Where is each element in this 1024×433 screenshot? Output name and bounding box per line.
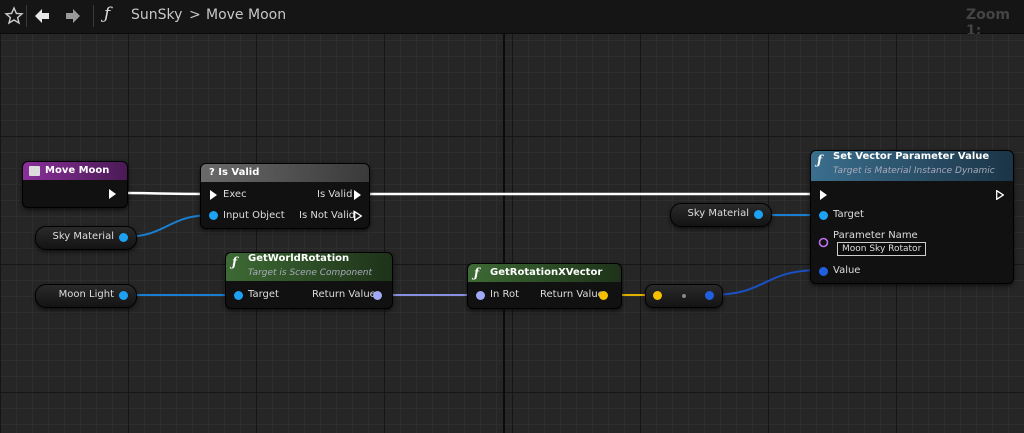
entry-icon (29, 166, 40, 176)
node-subtitle: Target is Scene Component (248, 268, 373, 278)
return-value-label: Return Value (312, 289, 376, 300)
object-out-pin[interactable] (119, 233, 128, 242)
function-entry-node[interactable]: Move Moon (22, 161, 128, 208)
is-valid-label: Is Valid (317, 189, 353, 200)
target-pin[interactable] (234, 291, 243, 300)
exec-out-pin[interactable] (996, 190, 1004, 200)
conversion-dot (682, 294, 686, 298)
exec-out-pin[interactable] (109, 189, 116, 199)
get-rotation-x-vector-node[interactable]: ƒ GetRotationXVector In Rot Return Value (467, 263, 622, 309)
target-label: Target (248, 289, 279, 300)
variable-label: Moon Light (58, 289, 114, 300)
is-valid-header: ? Is Valid (201, 164, 369, 182)
sky-material-variable-left[interactable]: Sky Material (35, 226, 137, 250)
exec-wire[interactable] (115, 191, 211, 196)
vector-conversion-node[interactable] (645, 284, 723, 308)
exec-label: Exec (223, 189, 247, 200)
object-out-pin[interactable] (754, 210, 763, 219)
return-value-pin[interactable] (599, 291, 608, 300)
input-object-pin[interactable] (209, 211, 218, 220)
moon-light-variable[interactable]: Moon Light (35, 284, 137, 308)
vector-wire[interactable] (708, 269, 823, 296)
in-rot-pin[interactable] (476, 291, 485, 300)
node-title: ? Is Valid (209, 167, 260, 178)
target-label: Target (833, 209, 864, 220)
exec-in-pin[interactable] (210, 190, 217, 200)
target-pin[interactable] (819, 211, 828, 220)
get-rotation-x-vector-header: ƒ GetRotationXVector (468, 264, 621, 282)
parameter-name-label: Parameter Name (833, 230, 918, 241)
sky-material-variable-right[interactable]: Sky Material (670, 203, 772, 227)
input-object-label: Input Object (223, 210, 285, 221)
node-subtitle: Target is Material Instance Dynamic (833, 166, 995, 176)
return-value-label: Return Value (540, 289, 604, 300)
variable-label: Sky Material (687, 208, 749, 219)
function-icon: ƒ (474, 266, 480, 280)
get-world-rotation-node[interactable]: ƒ GetWorldRotation Target is Scene Compo… (225, 252, 393, 309)
get-world-rotation-header: ƒ GetWorldRotation Target is Scene Compo… (226, 253, 392, 281)
in-rot-label: In Rot (490, 289, 520, 300)
return-value-pin[interactable] (373, 291, 382, 300)
parameter-name-input[interactable]: Moon Sky Rotator (837, 242, 927, 256)
object-out-pin[interactable] (119, 291, 128, 300)
is-valid-node[interactable]: ? Is Valid Exec Is Valid Input Object Is… (200, 163, 370, 229)
function-entry-header: Move Moon (23, 162, 127, 180)
variable-label: Sky Material (52, 231, 114, 242)
set-vector-parameter-header: ƒ Set Vector Parameter Value Target is M… (811, 151, 1013, 181)
function-icon: ƒ (232, 255, 238, 269)
node-title: Move Moon (45, 165, 110, 176)
exec-in-pin[interactable] (820, 190, 827, 200)
set-vector-parameter-node[interactable]: ƒ Set Vector Parameter Value Target is M… (810, 150, 1014, 284)
parameter-name-pin[interactable] (818, 237, 829, 248)
vector-out-pin[interactable] (705, 291, 714, 300)
is-valid-exec-out-pin[interactable] (354, 190, 361, 200)
value-label: Value (833, 265, 861, 276)
vector-in-pin[interactable] (653, 291, 662, 300)
node-title: GetRotationXVector (490, 267, 603, 278)
function-icon: ƒ (817, 153, 823, 167)
is-not-valid-exec-out-pin[interactable] (354, 211, 362, 221)
value-pin[interactable] (819, 267, 828, 276)
is-not-valid-label: Is Not Valid (299, 210, 356, 221)
